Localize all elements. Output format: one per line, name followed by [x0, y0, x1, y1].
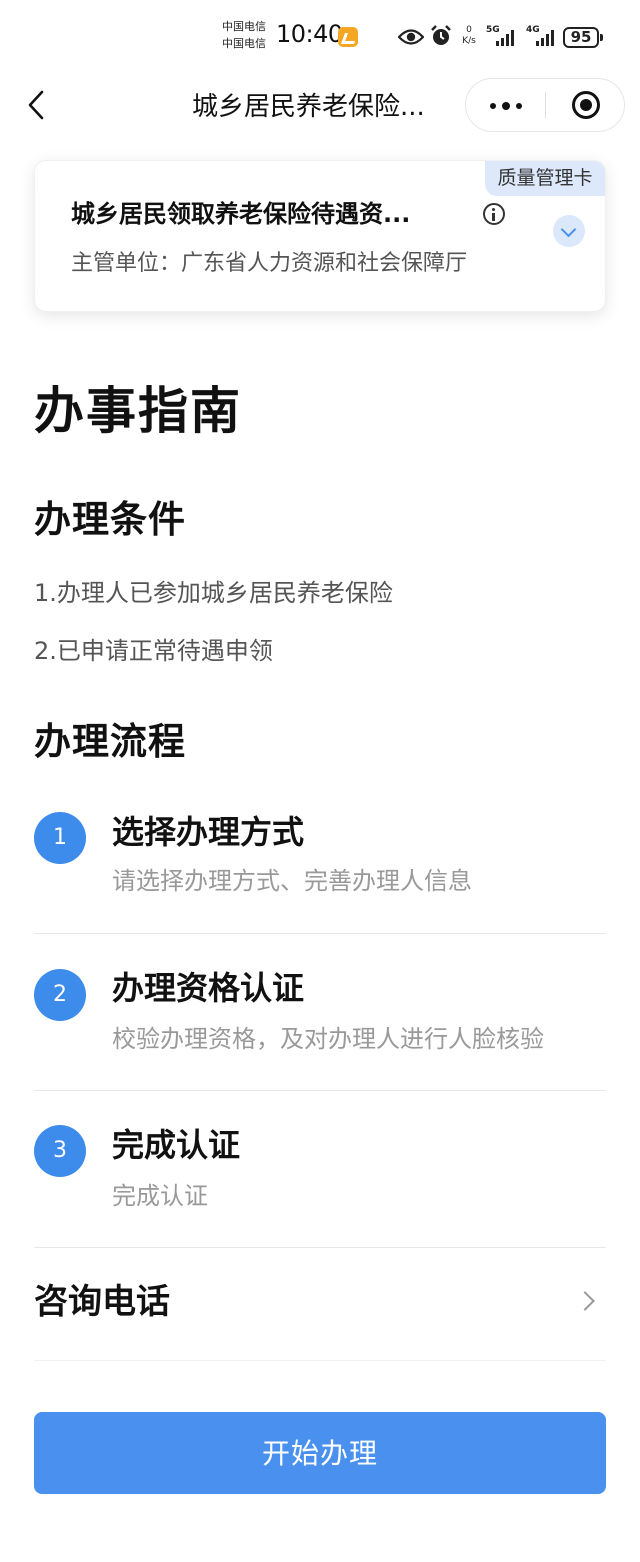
signal-bars-icon — [496, 30, 518, 46]
page-title: 城乡居民养老保险... — [192, 92, 425, 122]
contact-phone-row[interactable]: 咨询电话 — [34, 1270, 606, 1334]
carrier-2: 中国电信 — [222, 37, 266, 50]
condition-item: 2.已申请正常待遇申领 — [34, 637, 273, 665]
battery-indicator: 95 — [563, 27, 603, 48]
app-notification-icon — [338, 27, 358, 47]
net-speed-unit: K/s — [462, 36, 476, 46]
service-card[interactable]: 质量管理卡 城乡居民领取养老保险待遇资... 主管单位：广东省人力资源和社会保障… — [34, 160, 606, 312]
step-title: 完成认证 — [112, 1126, 241, 1164]
chevron-right-icon — [575, 1291, 595, 1311]
carrier-labels: 中国电信 中国电信 — [222, 18, 266, 52]
eye-icon — [398, 29, 424, 45]
status-time: 10:40 — [276, 20, 343, 48]
step-number: 3 — [34, 1125, 86, 1177]
conditions-title: 办理条件 — [34, 498, 186, 541]
quality-management-tag[interactable]: 质量管理卡 — [485, 161, 605, 196]
contact-phone-label: 咨询电话 — [34, 1282, 170, 1322]
start-button[interactable]: 开始办理 — [34, 1412, 606, 1494]
net-speed-value: 0 — [466, 25, 472, 35]
alarm-icon — [431, 25, 451, 45]
process-title: 办理流程 — [34, 720, 186, 763]
status-bar: 中国电信 中国电信 10:40 0 K/s 5G 4G 95 — [0, 0, 640, 74]
carrier-1: 中国电信 — [222, 20, 266, 33]
step-description: 请选择办理方式、完善办理人信息 — [112, 867, 472, 895]
more-dots-icon[interactable] — [466, 79, 546, 131]
close-target-icon[interactable] — [546, 79, 626, 131]
divider — [34, 1090, 606, 1091]
condition-item: 1.办理人已参加城乡居民养老保险 — [34, 579, 393, 607]
service-name: 城乡居民领取养老保险待遇资... — [71, 200, 411, 228]
step-description: 完成认证 — [112, 1182, 208, 1210]
step-description: 校验办理资格，及对办理人进行人脸核验 — [112, 1025, 544, 1053]
chevron-down-icon[interactable] — [553, 215, 585, 247]
step-number: 2 — [34, 969, 86, 1021]
service-department: 主管单位：广东省人力资源和社会保障厅 — [71, 251, 468, 276]
divider — [34, 1360, 606, 1361]
step-number: 1 — [34, 812, 86, 864]
step-title: 选择办理方式 — [112, 813, 305, 851]
guide-title: 办事指南 — [34, 382, 242, 440]
divider — [34, 1247, 606, 1248]
info-icon[interactable] — [483, 203, 505, 225]
mini-program-capsule — [465, 78, 625, 132]
divider — [34, 933, 606, 934]
step-title: 办理资格认证 — [112, 969, 305, 1007]
signal-bars-icon — [536, 30, 558, 46]
net-speed: 0 K/s — [458, 25, 480, 47]
back-arrow-icon[interactable] — [22, 88, 56, 122]
